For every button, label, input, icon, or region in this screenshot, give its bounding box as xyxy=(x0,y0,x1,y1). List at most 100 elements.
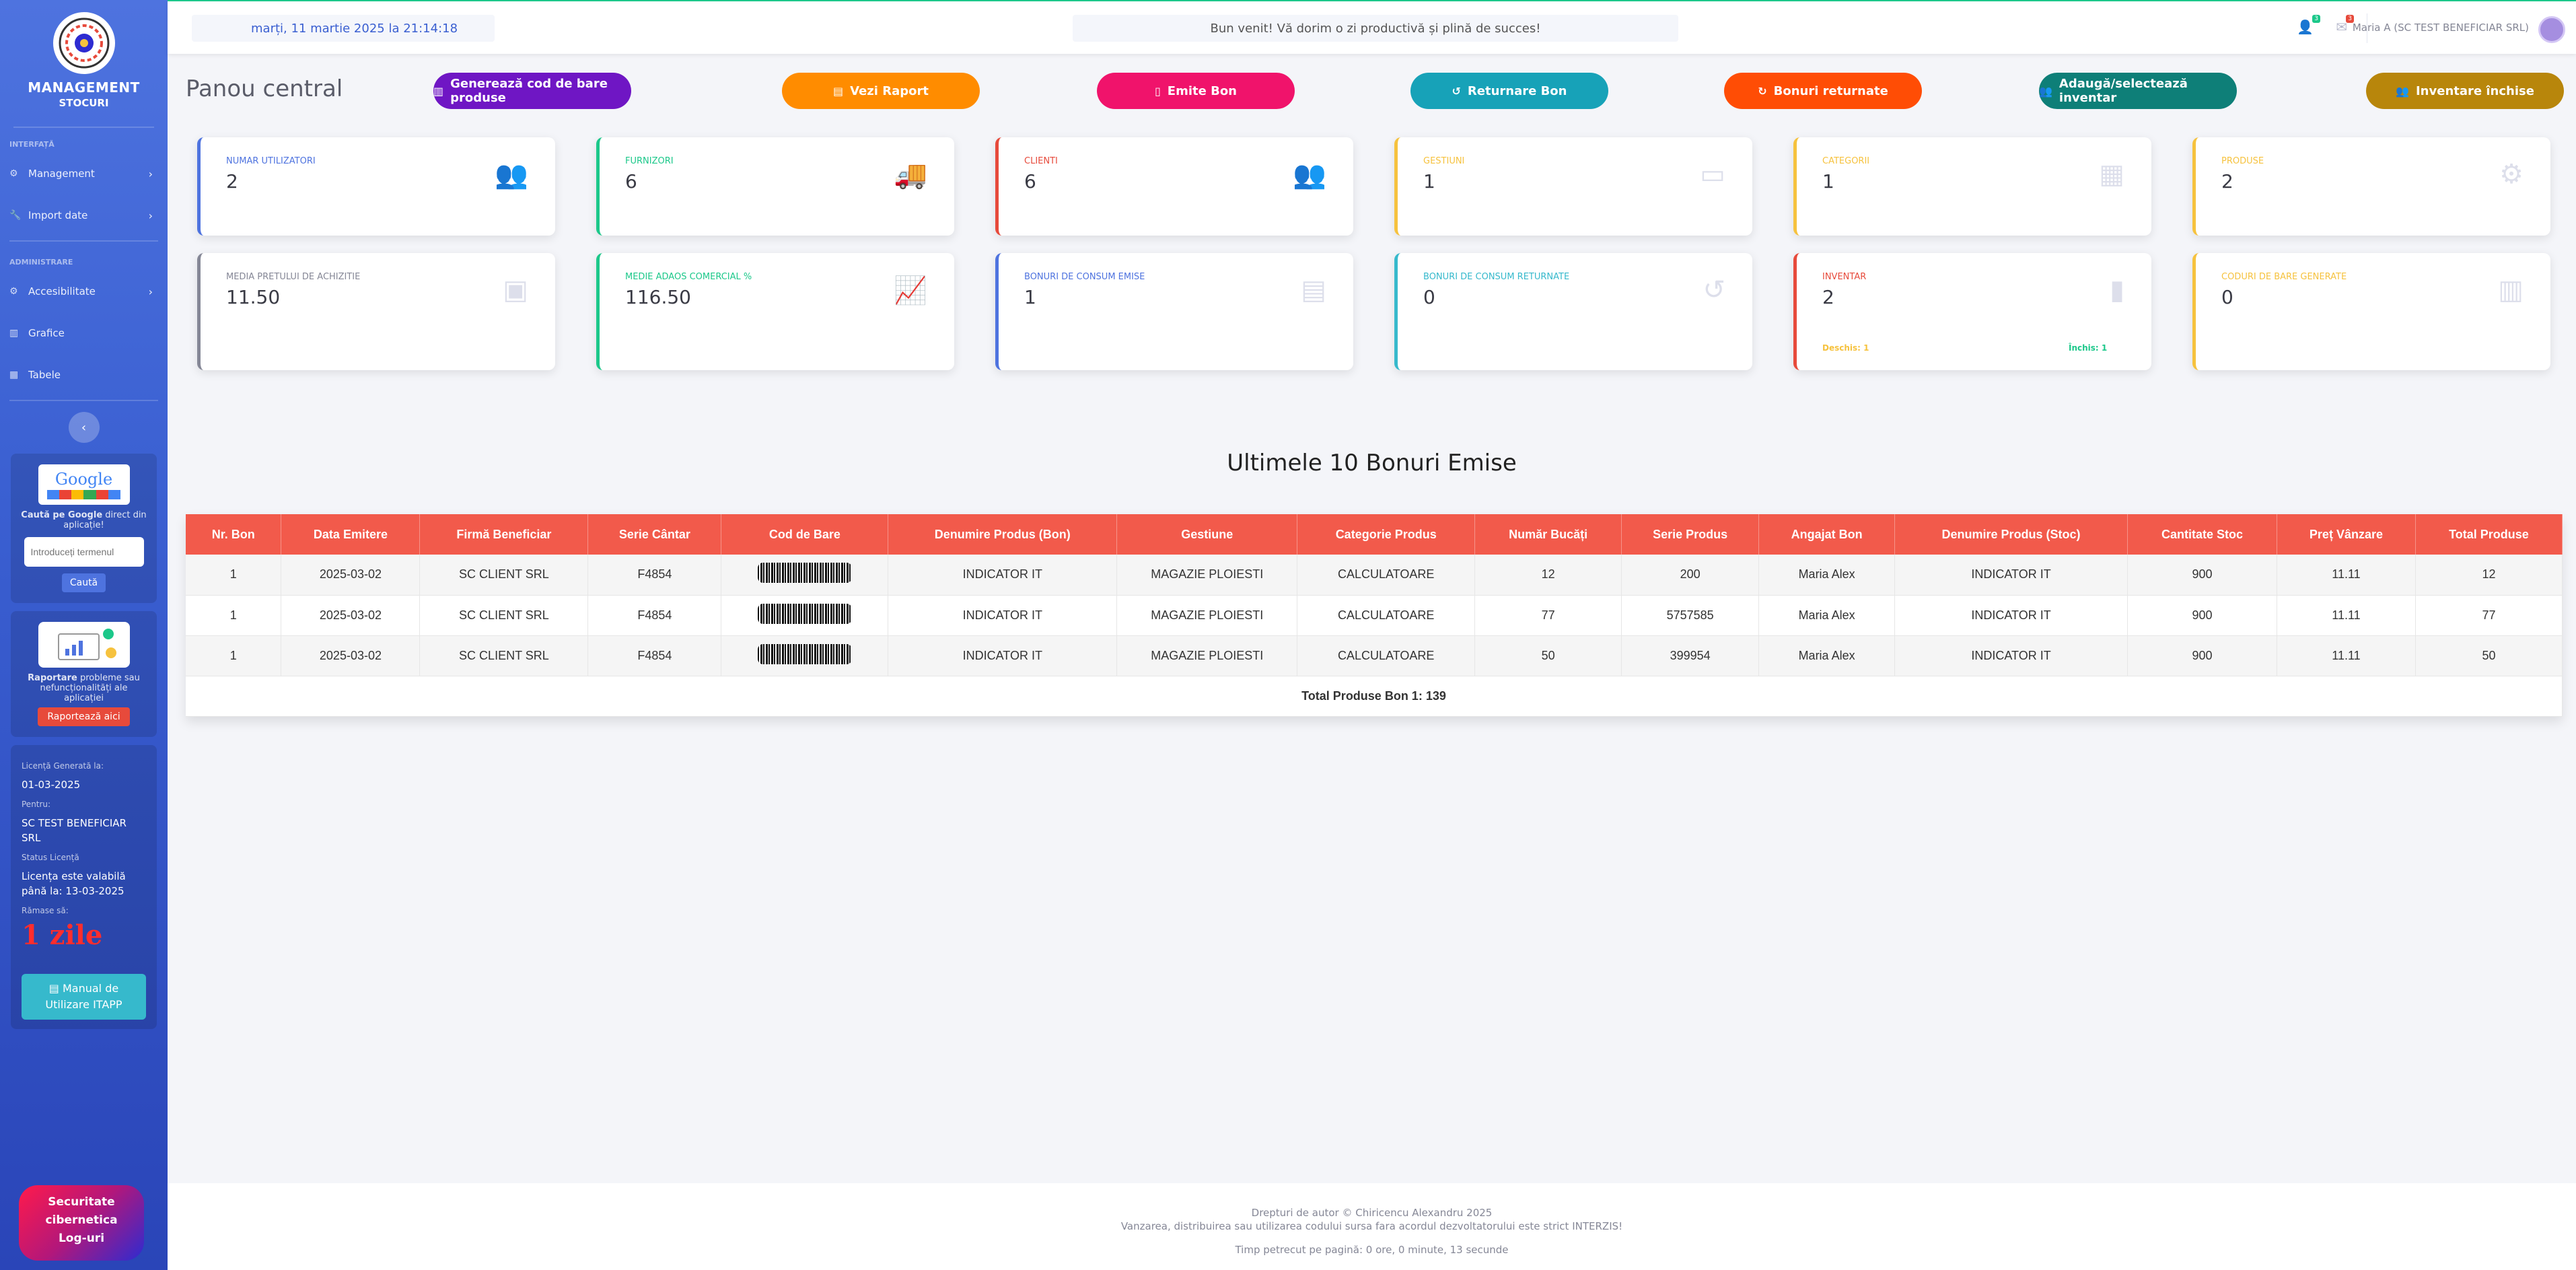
sidebar-item-import-date[interactable]: 🔧 Import date › xyxy=(0,195,168,236)
card-products[interactable]: PRODUSE 2 ⚙ xyxy=(2192,137,2550,236)
column-header[interactable]: Firmă Beneficiar xyxy=(419,514,589,555)
sidebar-heading-administrare: ADMINISTRARE xyxy=(9,258,73,267)
column-header[interactable]: Cantitate Stoc xyxy=(2127,514,2277,555)
table-cell: INDICATOR IT xyxy=(888,595,1118,636)
table-cell: F4854 xyxy=(587,595,722,636)
google-search-description: Caută pe Google direct din aplicație! xyxy=(21,510,147,530)
users-notification-icon[interactable]: 👤 3 xyxy=(2297,15,2320,35)
card-avg-purchase-price[interactable]: MEDIA PRETULUI DE ACHIZITIE 11.50 ▣ xyxy=(197,253,555,370)
messages-icon[interactable]: ✉ 3 xyxy=(2336,15,2354,35)
column-header[interactable]: Data Emitere xyxy=(281,514,421,555)
report-illustration-icon xyxy=(38,622,130,668)
sidebar-item-label: Management xyxy=(28,168,95,180)
chevron-right-icon: › xyxy=(148,167,153,180)
column-header[interactable]: Serie Cântar xyxy=(587,514,722,555)
avatar[interactable] xyxy=(2538,16,2565,43)
column-header[interactable]: Total Produse xyxy=(2415,514,2563,555)
sidebar-item-grafice[interactable]: ▥ Grafice xyxy=(0,312,168,354)
card-users[interactable]: NUMAR UTILIZATORI 2 👥 xyxy=(197,137,555,236)
card-suppliers[interactable]: FURNIZORI 6 🚚 xyxy=(596,137,954,236)
closed-inventories-button[interactable]: 👥 Inventare închise xyxy=(2366,73,2564,109)
sidebar-item-tabele[interactable]: ▦ Tabele xyxy=(0,354,168,396)
card-avg-markup[interactable]: MEDIE ADAOS COMERCIAL % 116.50 📈 xyxy=(596,253,954,370)
column-header[interactable]: Serie Produs xyxy=(1621,514,1760,555)
column-header[interactable]: Gestiune xyxy=(1116,514,1298,555)
column-header[interactable]: Preț Vânzare xyxy=(2277,514,2416,555)
google-logo-text: Google xyxy=(55,470,113,489)
footer-time-spent: Timp petrecut pe pagină: 0 ore, 0 minute… xyxy=(1235,1243,1509,1256)
sidebar-item-label: Accesibilitate xyxy=(28,285,96,297)
license-status-label: Status Licență xyxy=(22,852,79,862)
generate-barcode-button[interactable]: ▥ Generează cod de bare produse xyxy=(433,73,631,109)
sidebar-item-accesibilitate[interactable]: ⚙ Accesibilitate › xyxy=(0,271,168,312)
column-header[interactable]: Categorie Produs xyxy=(1297,514,1476,555)
barcode-image xyxy=(757,563,852,584)
card-label: INVENTAR xyxy=(1822,272,1867,282)
issue-receipt-button[interactable]: ▯ Emite Bon xyxy=(1097,73,1295,109)
truck-icon: 🚚 xyxy=(894,160,927,190)
column-header[interactable]: Nr. Bon xyxy=(186,514,282,555)
table-cell: SC CLIENT SRL xyxy=(419,595,589,636)
table-row[interactable]: 1 2025-03-02 SC CLIENT SRL F4854 INDICAT… xyxy=(186,635,2563,676)
chart-icon: ▥ xyxy=(9,328,19,339)
table-cell: 12 xyxy=(1474,555,1622,596)
card-receipts-returned[interactable]: BONURI DE CONSUM RETURNATE 0 ↺ xyxy=(1394,253,1752,370)
chevron-right-icon: › xyxy=(148,209,153,222)
barcode-cell xyxy=(721,595,889,636)
add-inventory-button[interactable]: 👥 Adaugă/selectează inventar xyxy=(2039,73,2237,109)
return-receipt-button[interactable]: ↺ Returnare Bon xyxy=(1410,73,1608,109)
user-manual-button[interactable]: ▤ Manual de Utilizare ITAPP xyxy=(22,973,146,1020)
cyber-security-logs-button[interactable]: Securitate cibernetica Log-uri xyxy=(19,1185,144,1261)
wrench-icon: 🔧 xyxy=(9,210,22,221)
gear-icon: ⚙ xyxy=(9,286,18,297)
page-title: Panou central xyxy=(186,75,343,102)
card-receipts-issued[interactable]: BONURI DE CONSUM EMISE 1 ▤ xyxy=(995,253,1353,370)
license-remaining-days: 1 zile xyxy=(22,919,103,951)
cyber-line-2: cibernetica xyxy=(45,1213,118,1228)
google-search-card: Google Caută pe Google direct din aplica… xyxy=(11,454,157,603)
view-report-button[interactable]: ▤ Vezi Raport xyxy=(782,73,980,109)
table-cell: 11.11 xyxy=(2277,635,2416,676)
table-row[interactable]: 1 2025-03-02 SC CLIENT SRL F4854 INDICAT… xyxy=(186,555,2563,596)
table-cell: 1 xyxy=(186,635,282,676)
google-search-input[interactable] xyxy=(24,537,144,567)
chevron-left-icon: ‹ xyxy=(81,420,87,435)
book-icon: ▤ xyxy=(48,981,59,995)
table-cell: SC CLIENT SRL xyxy=(419,555,589,596)
brand-logo xyxy=(52,12,115,74)
sidebar-item-management[interactable]: ⚙ Management › xyxy=(0,153,168,195)
report-card: Raportare probleme sau nefuncționalități… xyxy=(11,611,157,737)
table-cell: INDICATOR IT xyxy=(1894,595,2128,636)
column-header[interactable]: Număr Bucăți xyxy=(1474,514,1622,555)
cyber-line-3: Log-uri xyxy=(58,1232,105,1246)
column-header[interactable]: Angajat Bon xyxy=(1758,514,1896,555)
report-description: Raportare probleme sau nefuncționalități… xyxy=(28,673,140,703)
returned-receipts-button[interactable]: ↻ Bonuri returnate xyxy=(1724,73,1922,109)
user-name[interactable]: Maria A (SC TEST BENEFICIAR SRL) xyxy=(2353,22,2529,34)
table-cell: 77 xyxy=(2415,595,2563,636)
footer-copyright: Drepturi de autor © Chiricencu Alexandru… xyxy=(1251,1207,1493,1219)
card-clients[interactable]: CLIENTI 6 👥 xyxy=(995,137,1353,236)
sidebar-brand[interactable]: MANAGEMENT STOCURI xyxy=(13,0,154,128)
table-cell: 1 xyxy=(186,555,282,596)
topbar: marți, 11 martie 2025 la 21:14:18 Bun ve… xyxy=(168,0,2576,54)
card-warehouses[interactable]: GESTIUNI 1 ▭ xyxy=(1394,137,1752,236)
card-barcodes-generated[interactable]: CODURI DE BARE GENERATE 0 ▥ xyxy=(2192,253,2550,370)
card-inventory[interactable]: INVENTAR 2 ▮ Deschis: 1 Închis: 1 xyxy=(1793,253,2151,370)
inventory-open-count: Deschis: 1 xyxy=(1822,343,1869,353)
barcode-icon: ▥ xyxy=(433,84,444,98)
table-cell: 900 xyxy=(2127,635,2277,676)
table-cell: MAGAZIE PLOIESTI xyxy=(1116,595,1298,636)
sidebar-item-label: Import date xyxy=(28,209,88,221)
welcome-message: Bun venit! Vă dorim o zi productivă și p… xyxy=(1073,15,1678,42)
table-cell: Maria Alex xyxy=(1758,635,1896,676)
column-header[interactable]: Cod de Bare xyxy=(721,514,889,555)
google-search-button[interactable]: Caută xyxy=(61,573,106,592)
sidebar-toggle-button[interactable]: ‹ xyxy=(68,412,100,443)
report-button[interactable]: Raportează aici xyxy=(38,707,130,726)
column-header[interactable]: Denumire Produs (Stoc) xyxy=(1894,514,2128,555)
column-header[interactable]: Denumire Produs (Bon) xyxy=(888,514,1118,555)
table-row[interactable]: 1 2025-03-02 SC CLIENT SRL F4854 INDICAT… xyxy=(186,595,2563,636)
card-categories[interactable]: CATEGORII 1 ▦ xyxy=(1793,137,2151,236)
table-total-row: Total Produse Bon 1: 139 xyxy=(186,676,2563,717)
